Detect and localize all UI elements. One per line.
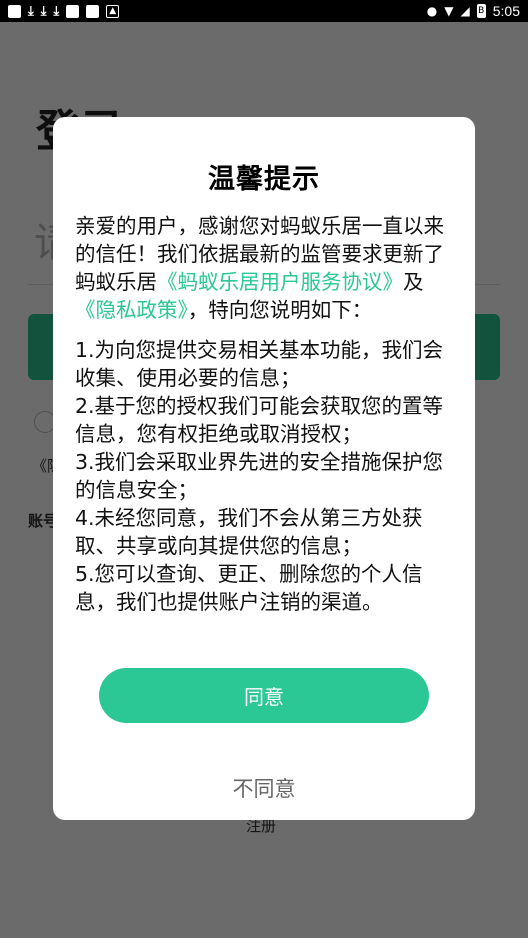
dialog-point: 1.为向您提供交易相关基本功能，我们会收集、使用必要的信息； xyxy=(75,338,444,390)
intro-text-end: ，特向您说明如下： xyxy=(187,298,373,322)
dialog-point: 2.基于您的授权我们可能会获取您的置等信息，您有权拒绝或取消授权； xyxy=(75,394,444,446)
disagree-button[interactable]: 不同意 xyxy=(53,773,475,803)
status-bar: ⤓ ⤓ ⤓ ▲ ● ▼ ◢ B 5:05 xyxy=(0,0,528,22)
battery-icon: B xyxy=(476,4,486,18)
privacy-policy-link[interactable]: 《隐私政策》 xyxy=(75,298,188,322)
download-icon: ⤓ xyxy=(40,3,47,19)
download-icon: ⤓ xyxy=(28,3,34,19)
signal-icon: ◢ xyxy=(460,3,470,18)
notification-square-icon xyxy=(86,4,100,18)
notification-square-icon xyxy=(8,4,21,18)
dialog-point: 5.您可以查询、更正、删除您的个人信息，我们也提供账户注销的渠道。 xyxy=(75,562,423,614)
dialog-point: 3.我们会采取业界先进的安全措施保护您的信息安全； xyxy=(75,450,444,502)
wifi-icon: ▼ xyxy=(444,3,454,18)
dialog-intro: 亲爱的用户，感谢您对蚂蚁乐居一直以来的信任！我们依据最新的监管要求更新了蚂蚁乐居… xyxy=(75,212,453,324)
notification-icons: ⤓ ⤓ ⤓ ▲ xyxy=(8,3,120,19)
app-notification-icon: ▲ xyxy=(106,4,120,18)
system-icons: ● ▼ ◢ B 5:05 xyxy=(427,3,520,19)
privacy-dialog: 温馨提示 亲爱的用户，感谢您对蚂蚁乐居一直以来的信任！我们依据最新的监管要求更新… xyxy=(53,117,475,820)
dialog-body: 亲爱的用户，感谢您对蚂蚁乐居一直以来的信任！我们依据最新的监管要求更新了蚂蚁乐居… xyxy=(75,212,453,616)
download-icon: ⤓ xyxy=(53,3,60,19)
dialog-title: 温馨提示 xyxy=(208,164,320,195)
agree-button[interactable]: 同意 xyxy=(99,668,429,723)
user-agreement-link[interactable]: 《蚂蚁乐居用户服务协议》 xyxy=(157,270,403,294)
notification-square-icon xyxy=(66,4,80,18)
clock: 5:05 xyxy=(492,3,520,19)
and-text: 及 xyxy=(403,270,424,294)
dialog-point: 4.未经您同意，我们不会从第三方处获取、共享或向其提供您的信息； xyxy=(75,506,423,558)
location-icon: ● xyxy=(426,3,438,18)
